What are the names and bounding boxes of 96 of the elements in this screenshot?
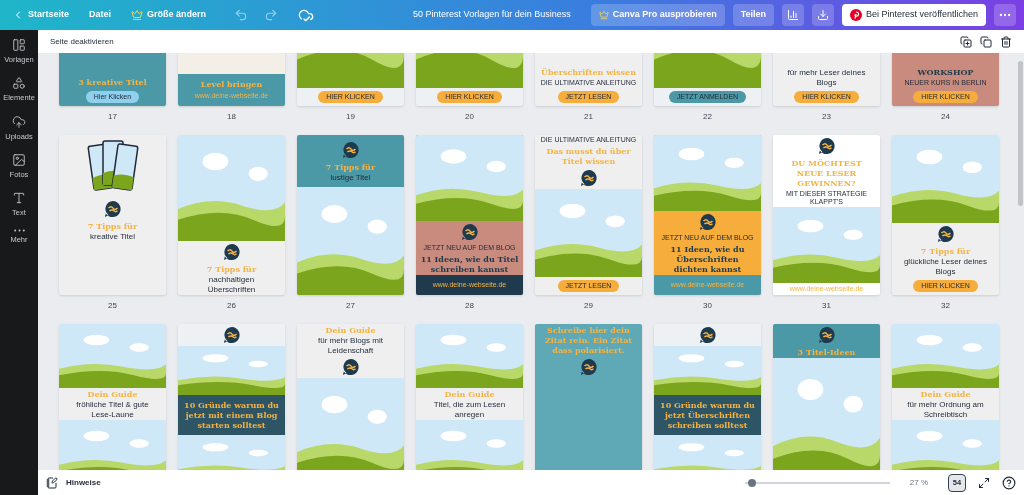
page-number: 20 bbox=[465, 112, 474, 122]
page-title: Dein Guide bbox=[919, 389, 972, 399]
page-title: Level bringen bbox=[199, 79, 264, 89]
page-number: 26 bbox=[227, 301, 236, 311]
page-thumbnail[interactable]: 7 Tipps für nachhaltigen Überschriften bbox=[178, 135, 285, 295]
logo-icon bbox=[817, 137, 836, 155]
crown-icon bbox=[131, 9, 144, 21]
shapes-icon bbox=[12, 76, 26, 91]
help-icon[interactable] bbox=[1002, 475, 1016, 490]
page-number: 28 bbox=[465, 301, 474, 311]
more-icon bbox=[13, 229, 25, 233]
page-text: lustige Titel bbox=[329, 173, 372, 183]
page-thumbnail[interactable]: 10 Gründe warum du jetzt Überschriften schreiben solltest bbox=[654, 324, 761, 470]
page-thumbnail[interactable]: Dein Guide für mehr Ordnung am Schreibtisch bbox=[892, 324, 999, 470]
page-title: Dein Guide bbox=[324, 325, 377, 335]
pinterest-icon bbox=[850, 9, 863, 21]
page-title: 11 Ideen, wie du Überschriften dichten kannst bbox=[669, 244, 746, 274]
page-number: 31 bbox=[822, 301, 831, 311]
more-button[interactable] bbox=[994, 4, 1016, 26]
page-title: Überschriften wissen bbox=[540, 67, 637, 77]
page-thumbnail[interactable]: 7 Tipps für lustige Titel bbox=[297, 135, 404, 295]
page-text: für mehr Leser deines Blogs bbox=[786, 68, 867, 88]
page-title: WORKSHOP bbox=[916, 67, 975, 77]
page-number: 24 bbox=[941, 112, 950, 122]
notes-icon bbox=[46, 476, 58, 489]
page-number: 30 bbox=[703, 301, 712, 311]
page-number: 27 bbox=[346, 301, 355, 311]
add-page-icon[interactable] bbox=[960, 35, 972, 48]
page-number: 29 bbox=[584, 301, 593, 311]
layout-icon bbox=[12, 38, 26, 52]
duplicate-icon[interactable] bbox=[980, 35, 992, 48]
logo-icon bbox=[579, 358, 598, 376]
page-toolbar-label[interactable]: Seite deaktivieren bbox=[50, 35, 114, 48]
page-title: 10 Gründe warum du jetzt Überschriften schreiben solltest bbox=[659, 400, 756, 430]
page-number: 32 bbox=[941, 301, 950, 311]
download-button[interactable] bbox=[812, 4, 835, 26]
page-thumbnail[interactable]: 10 Gründe warum du jetzt mit einem Blog starten solltest bbox=[178, 324, 285, 470]
logo-icon bbox=[579, 169, 598, 187]
page-title: Dein Guide bbox=[443, 389, 496, 399]
fullscreen-icon[interactable] bbox=[978, 476, 990, 489]
bar-chart-icon bbox=[787, 9, 800, 21]
page-thumbnail[interactable]: Dein Guide für mehr Blogs mit Leidenschaft bbox=[297, 324, 404, 470]
logo-icon bbox=[698, 213, 717, 231]
logo-icon bbox=[222, 243, 241, 261]
page-number: 22 bbox=[703, 112, 712, 122]
logo-icon bbox=[341, 358, 360, 376]
slider-thumb[interactable] bbox=[747, 478, 756, 487]
page-title: 3 kreative Titel bbox=[77, 77, 148, 87]
page-number: 19 bbox=[346, 112, 355, 122]
cloud-check-icon[interactable] bbox=[298, 7, 315, 23]
logo-icon bbox=[936, 225, 955, 243]
page-title: Schreibe hier dein Zitat rein. Ein Zitat dass polarisiert. bbox=[543, 325, 634, 355]
logo-icon bbox=[103, 200, 122, 218]
page-text: nachhaltigen Überschriften bbox=[206, 275, 257, 295]
publish-button[interactable]: Bei Pinterest veröffentlichen bbox=[842, 4, 986, 26]
scrollbar-thumb[interactable] bbox=[1018, 61, 1023, 206]
page-text: glückliche Leser deines Blogs bbox=[902, 257, 989, 277]
page-title: 7 Tipps für bbox=[86, 221, 139, 231]
page-text: kreative Titel bbox=[89, 232, 136, 242]
logo-icon bbox=[222, 326, 241, 344]
page-title: 7 Tipps für bbox=[205, 264, 258, 274]
page-number: 23 bbox=[822, 112, 831, 122]
page-title: 11 Ideen, wie du Titel schreiben kannst bbox=[419, 254, 520, 274]
page-title: Dein Guide bbox=[86, 389, 139, 399]
page-title: 3 Titel-Ideen bbox=[796, 347, 857, 357]
download-icon bbox=[817, 9, 830, 21]
logo-icon bbox=[341, 141, 360, 159]
crown-icon bbox=[598, 10, 609, 20]
notes-label[interactable]: Hinweise bbox=[66, 476, 101, 489]
page-title: 7 Tipps für bbox=[919, 246, 972, 256]
page-number: 21 bbox=[584, 112, 593, 122]
page-thumbnail[interactable]: Dein Guide Titel, die zum Lesen anregen bbox=[416, 324, 523, 470]
page-title: 7 Tipps für bbox=[324, 162, 377, 172]
statistics-button[interactable] bbox=[782, 4, 805, 26]
page-text: für mehr Blogs mit Leidenschaft bbox=[317, 336, 384, 356]
page-thumbnail[interactable]: 7 Tipps für kreative Titel bbox=[59, 135, 166, 295]
page-number: 18 bbox=[227, 112, 236, 122]
logo-icon bbox=[698, 326, 717, 344]
zoom-slider[interactable] bbox=[744, 478, 890, 487]
text-icon bbox=[12, 191, 26, 205]
page-title: Das musst du über Titel wissen bbox=[545, 146, 632, 166]
page-title: DU MÖCHTEST NEUE LESER GEWINNEN? bbox=[790, 158, 863, 188]
trash-icon[interactable] bbox=[1000, 35, 1012, 48]
image-icon bbox=[12, 152, 26, 167]
page-number: 25 bbox=[108, 301, 117, 311]
page-thumbnail[interactable]: Dein Guide fröhliche Titel & gute Lese-Laune bbox=[59, 324, 166, 470]
document-title[interactable]: 50 Pinterest Vorlagen für dein Business bbox=[413, 8, 571, 22]
page-text: für mehr Ordnung am Schreibtisch bbox=[906, 400, 985, 420]
logo-icon bbox=[817, 326, 836, 344]
zoom-reading: 27 % bbox=[909, 476, 928, 489]
page-title: 10 Gründe warum du jetzt mit einem Blog starten solltest bbox=[183, 400, 280, 430]
logo-icon bbox=[460, 223, 479, 241]
cloud-upload-icon bbox=[12, 114, 26, 129]
page-text: Titel, die zum Lesen anregen bbox=[432, 400, 507, 420]
page-number: 17 bbox=[108, 112, 117, 122]
page-text: fröhliche Titel & gute Lese-Laune bbox=[75, 400, 150, 420]
